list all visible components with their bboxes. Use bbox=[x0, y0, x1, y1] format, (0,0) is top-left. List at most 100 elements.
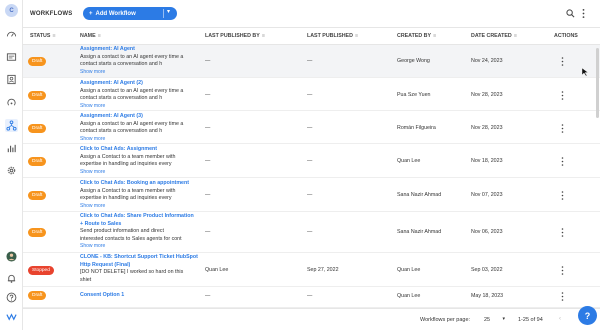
column-created-by[interactable]: CREATED BY ≡ bbox=[397, 33, 436, 39]
workflow-title-link[interactable]: Click to Chat Ads: Share Product Informa… bbox=[80, 213, 198, 228]
column-date-created[interactable]: DATE CREATED ≡ bbox=[471, 33, 517, 39]
column-label: DATE CREATED bbox=[471, 33, 512, 39]
row-actions-icon[interactable] bbox=[561, 91, 564, 100]
chevron-down-icon: ▾ bbox=[502, 316, 505, 322]
workflow-description: Assign a Contact to a team member with bbox=[80, 187, 176, 194]
workflow-title-link[interactable]: Consent Option 1 bbox=[80, 292, 198, 300]
sort-icon[interactable]: ≡ bbox=[262, 33, 265, 39]
row-actions-icon[interactable] bbox=[561, 266, 564, 275]
table-row[interactable]: Draft Click to Chat Ads: Booking an appo… bbox=[23, 179, 600, 212]
show-more-link[interactable]: Show more bbox=[80, 69, 198, 76]
previous-page-icon[interactable]: ‹ bbox=[559, 316, 561, 322]
sort-icon[interactable]: ≡ bbox=[433, 33, 436, 39]
workflows-app: C WORKFLOWS + Add Workflow ▾ STATUS ≡ NA… bbox=[0, 0, 600, 330]
workflow-title-link[interactable]: CLONE - KB: Shortcut Support Ticket HubS… bbox=[80, 254, 198, 269]
notifications-icon[interactable] bbox=[5, 272, 18, 285]
row-actions-icon[interactable] bbox=[561, 228, 564, 237]
workflow-title-link[interactable]: Click to Chat Ads: Assignment bbox=[80, 146, 198, 154]
workflow-title-link[interactable]: Assignment: AI Agent (2) bbox=[80, 80, 198, 88]
table-row[interactable]: Draft Assignment: AI Agent (3) Assign a … bbox=[23, 112, 600, 144]
sort-icon[interactable]: ≡ bbox=[514, 33, 517, 39]
date-created: Nov 24, 2023 bbox=[471, 58, 503, 64]
brand-logo-icon bbox=[5, 310, 18, 323]
column-last-published-by[interactable]: LAST PUBLISHED BY ≡ bbox=[205, 33, 265, 39]
messages-icon[interactable] bbox=[5, 51, 18, 64]
help-icon[interactable] bbox=[5, 291, 18, 304]
user-avatar[interactable] bbox=[5, 250, 18, 263]
workspace-avatar[interactable]: C bbox=[5, 4, 18, 17]
show-more-link[interactable]: Show more bbox=[80, 203, 198, 210]
dashboard-icon[interactable] bbox=[5, 28, 18, 41]
column-name[interactable]: NAME ≡ bbox=[80, 33, 101, 39]
plus-icon: + bbox=[89, 10, 93, 17]
status-badge: Draft bbox=[28, 91, 47, 100]
column-label: LAST PUBLISHED bbox=[307, 33, 353, 39]
sort-icon[interactable]: ≡ bbox=[355, 33, 358, 39]
column-status[interactable]: STATUS ≡ bbox=[30, 33, 56, 39]
column-label: STATUS bbox=[30, 33, 51, 39]
rows-per-page-select[interactable]: 25 ▾ bbox=[480, 314, 507, 326]
last-published: — bbox=[307, 158, 313, 164]
sort-icon[interactable]: ≡ bbox=[52, 33, 55, 39]
workflow-description: contact starts a conversation and h bbox=[80, 128, 163, 134]
row-actions-icon[interactable] bbox=[561, 292, 564, 301]
workflow-description: [DO NOT DELETE] I worked so hard on this bbox=[80, 269, 184, 275]
last-published: Sep 27, 2022 bbox=[307, 267, 339, 273]
table-row[interactable]: Draft Click to Chat Ads: Assignment Assi… bbox=[23, 145, 600, 178]
table-row[interactable]: Draft Assignment: AI Agent Assign a cont… bbox=[23, 45, 600, 78]
row-actions-icon[interactable] bbox=[561, 157, 564, 166]
search-icon[interactable] bbox=[566, 9, 575, 18]
broadcast-icon[interactable] bbox=[5, 96, 18, 109]
column-last-published[interactable]: LAST PUBLISHED ≡ bbox=[307, 33, 358, 39]
row-actions-icon[interactable] bbox=[561, 191, 564, 200]
reports-icon[interactable] bbox=[5, 142, 18, 155]
chevron-down-icon[interactable]: ▾ bbox=[167, 8, 170, 15]
table-row[interactable]: Draft Consent Option 1 — — Quan Lee May … bbox=[23, 288, 600, 308]
table-row[interactable]: Stopped CLONE - KB: Shortcut Support Tic… bbox=[23, 254, 600, 287]
workflow-description: Assign a contact to an AI agent every ti… bbox=[80, 53, 184, 60]
workflow-title-link[interactable]: Click to Chat Ads: Booking an appointmen… bbox=[80, 180, 198, 188]
show-more-link[interactable]: Show more bbox=[80, 169, 198, 176]
row-actions-icon[interactable] bbox=[561, 57, 564, 66]
row-actions-icon[interactable] bbox=[561, 124, 564, 133]
date-created: Nov 28, 2023 bbox=[471, 125, 503, 131]
status-badge: Draft bbox=[28, 228, 47, 237]
vertical-scrollbar[interactable] bbox=[596, 48, 599, 118]
workflow-description: Assign a contact to an AI agent every ti… bbox=[80, 120, 184, 127]
last-published: — bbox=[307, 293, 313, 299]
date-created: Nov 07, 2023 bbox=[471, 192, 503, 198]
workflow-description: contact starts a conversation and h bbox=[80, 95, 163, 101]
column-label: LAST PUBLISHED BY bbox=[205, 33, 260, 39]
contacts-icon[interactable] bbox=[5, 73, 18, 86]
workflows-icon[interactable] bbox=[5, 119, 18, 132]
show-more-link[interactable]: Show more bbox=[80, 243, 198, 250]
workflow-title-link[interactable]: Assignment: AI Agent (3) bbox=[80, 113, 198, 121]
workflow-name-cell: Assignment: AI Agent (2) Assign a contac… bbox=[80, 80, 198, 110]
add-workflow-button[interactable]: + Add Workflow ▾ bbox=[83, 7, 177, 20]
last-published-by: — bbox=[205, 125, 211, 131]
show-more-link[interactable]: Show more bbox=[80, 103, 198, 110]
workflow-title-link[interactable]: Assignment: AI Agent bbox=[80, 46, 198, 54]
show-more-link[interactable]: Show more bbox=[80, 136, 198, 143]
add-workflow-label: Add Workflow bbox=[95, 10, 136, 17]
help-chat-button[interactable]: ? bbox=[578, 306, 597, 325]
workflow-name-cell: Assignment: AI Agent Assign a contact to… bbox=[80, 46, 198, 76]
last-published: — bbox=[307, 192, 313, 198]
workflow-description: expertise in handling ad inquiries every bbox=[80, 161, 172, 167]
last-published-by: — bbox=[205, 229, 211, 235]
last-published: — bbox=[307, 229, 313, 235]
settings-icon[interactable] bbox=[5, 164, 18, 177]
sort-icon[interactable]: ≡ bbox=[98, 33, 101, 39]
status-badge: Stopped bbox=[28, 266, 54, 275]
more-options-icon[interactable] bbox=[579, 8, 588, 19]
last-published-by: — bbox=[205, 58, 211, 64]
date-created: Sep 03, 2022 bbox=[471, 267, 503, 273]
workflow-description: Send product information and direct bbox=[80, 228, 164, 234]
workflow-description: contact starts a conversation and h bbox=[80, 61, 163, 67]
table-row[interactable]: Draft Assignment: AI Agent (2) Assign a … bbox=[23, 79, 600, 111]
table-header: STATUS ≡ NAME ≡ LAST PUBLISHED BY ≡ LAST PU… bbox=[23, 28, 600, 45]
created-by: Sana Nazir Ahmad bbox=[397, 192, 442, 198]
column-label: ACTIONS bbox=[554, 33, 578, 39]
table-row[interactable]: Draft Click to Chat Ads: Share Product I… bbox=[23, 213, 600, 253]
created-by: Román Filgueira bbox=[397, 125, 436, 131]
